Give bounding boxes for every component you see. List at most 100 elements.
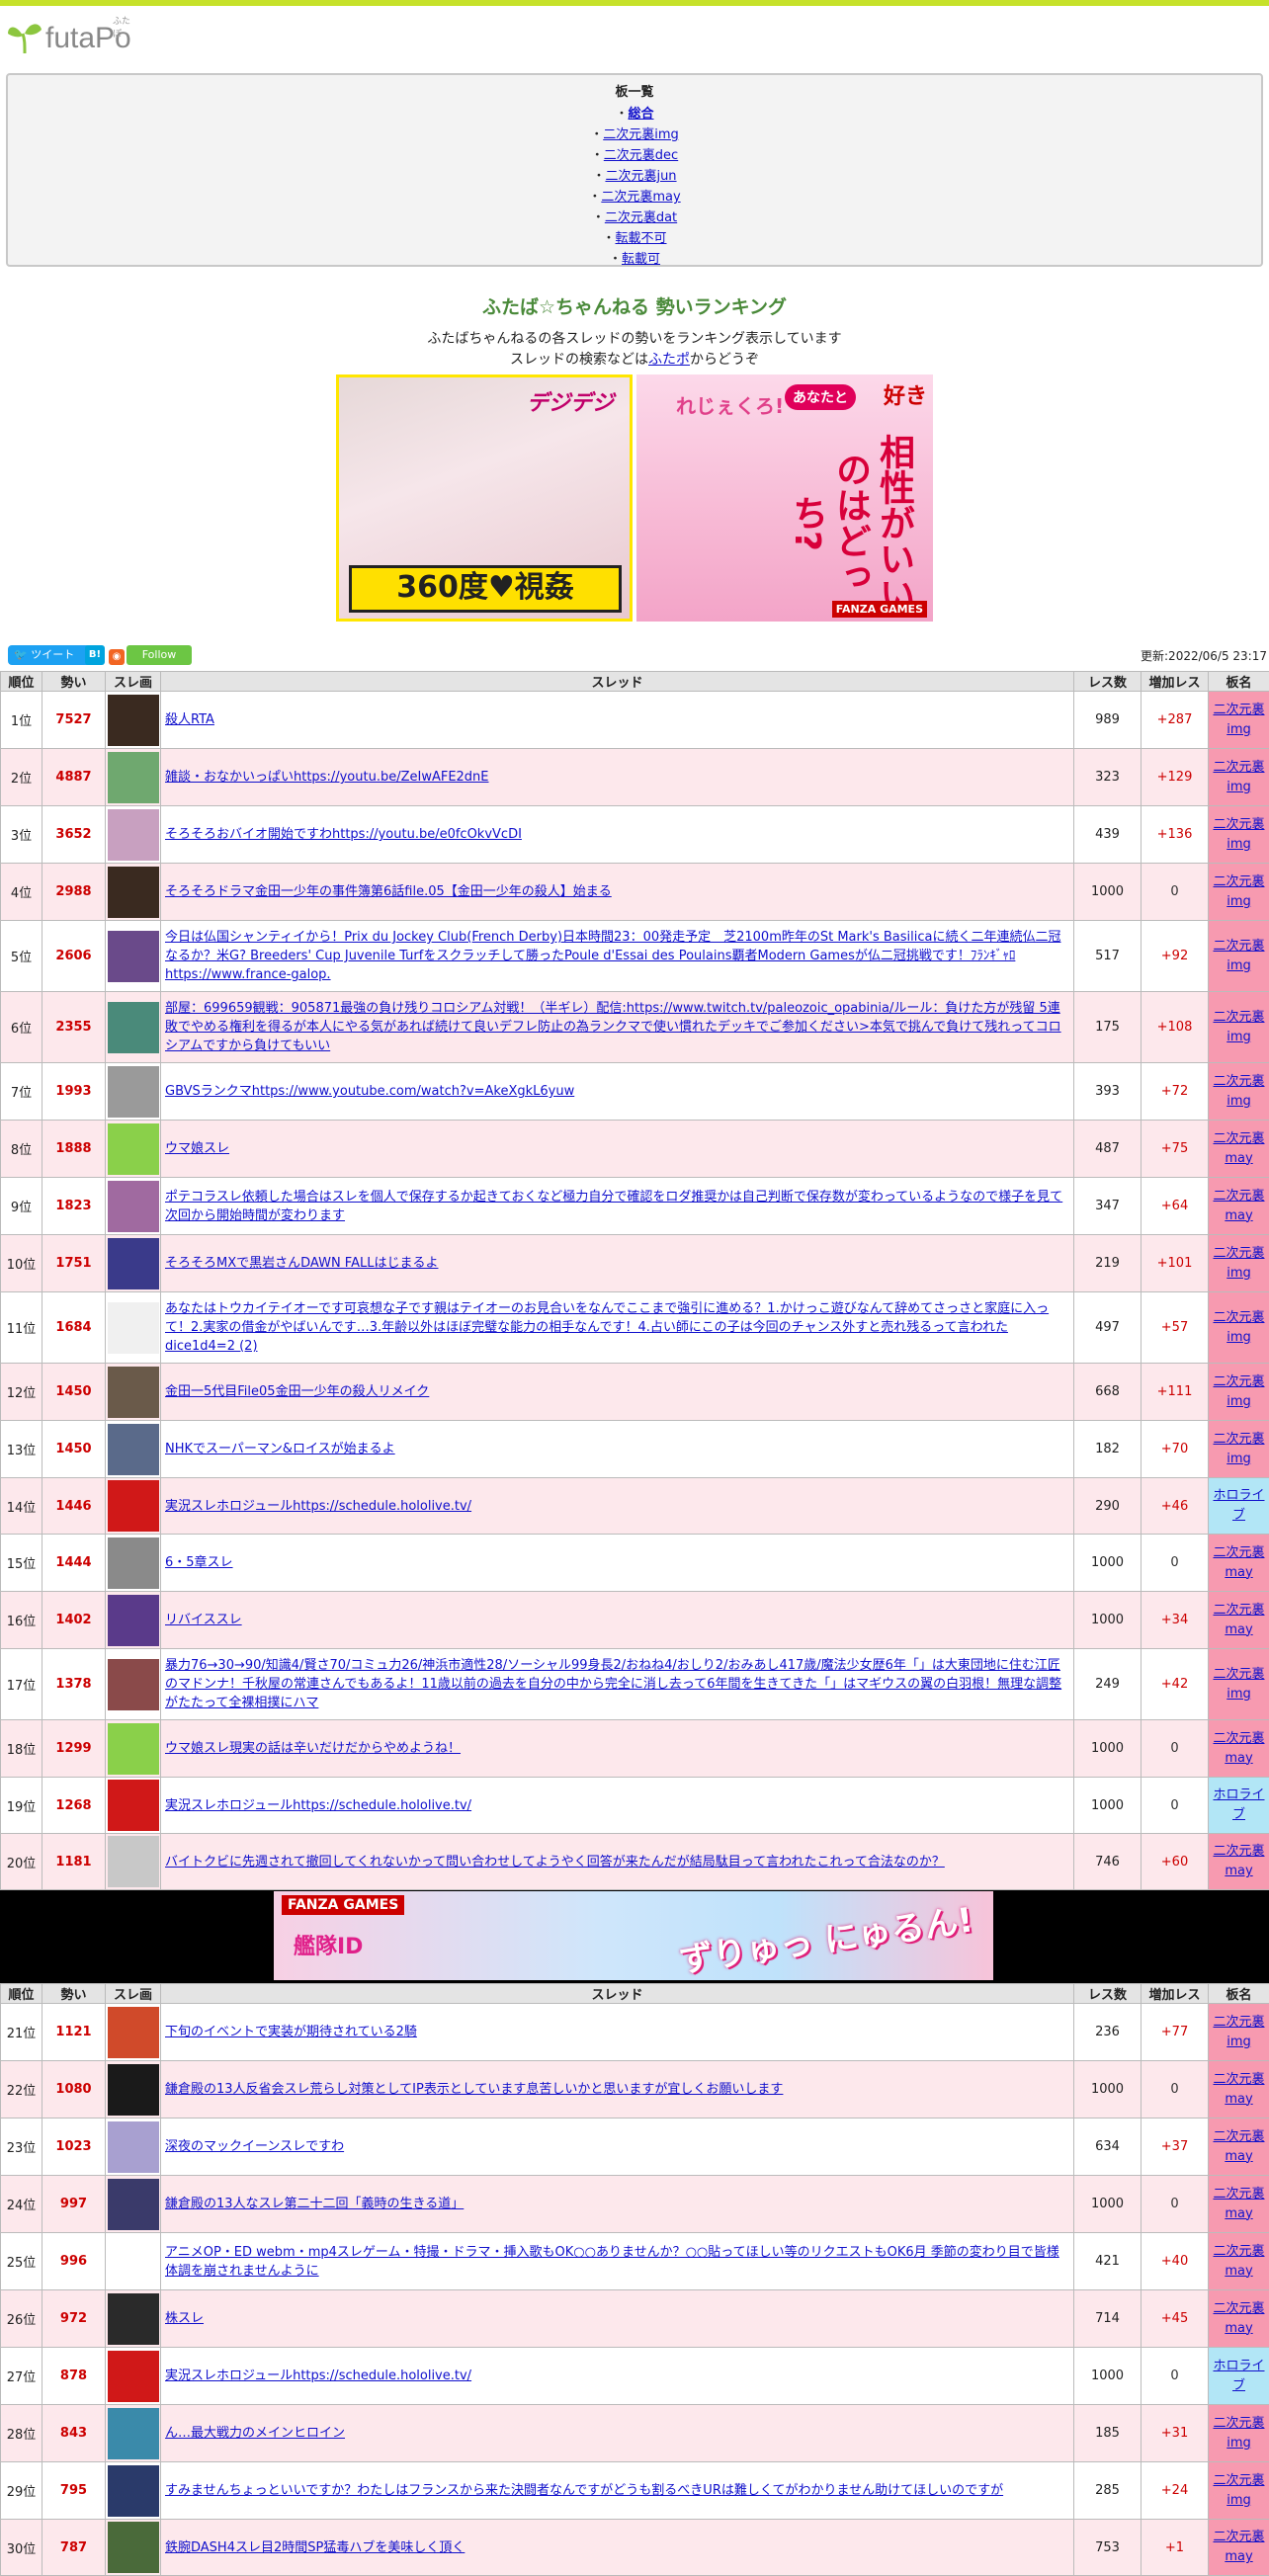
thread-link[interactable]: ポテコラスレ依頼した場合はスレを個人で保存するか起きておくなど極力自分で確認をロ… [165,1190,1062,1223]
thread-thumbnail[interactable] [108,695,159,746]
futapo-link[interactable]: ふたポ [648,352,690,368]
board-name-link[interactable]: 二次元裏img [1213,2015,1264,2049]
thread-link[interactable]: ウマ娘スレ現実の話は辛いだけだからやめようね！ [165,1741,461,1756]
thread-link[interactable]: 株スレ [165,2311,204,2326]
thread-link[interactable]: 鎌倉殿の13人なスレ第二十二回「義時の生きる道」 [165,2197,464,2211]
board-name-link[interactable]: 二次元裏img [1213,1246,1264,1281]
thread-thumbnail[interactable] [108,2121,159,2173]
board-name-link[interactable]: 二次元裏img [1213,874,1264,909]
board-link[interactable]: 二次元裏dec [604,148,678,163]
board-name-link[interactable]: 二次元裏img [1213,1310,1264,1345]
thread-thumbnail[interactable] [108,2408,159,2459]
thread-link[interactable]: GBVSランクマhttps://www.youtube.com/watch?v=… [165,1084,574,1099]
thread-thumbnail[interactable] [108,1480,159,1532]
board-name-link[interactable]: 二次元裏img [1213,1432,1264,1466]
board-link[interactable]: 二次元裏may [601,190,680,205]
board-name-link[interactable]: 二次元裏may [1213,1545,1264,1580]
board-name-link[interactable]: 二次元裏img [1213,1667,1264,1702]
ad-banner-left[interactable]: デジデジ 360度♥視姦 [336,374,633,622]
board-name-link[interactable]: 二次元裏may [1213,2129,1264,2164]
thread-thumbnail[interactable] [108,1367,159,1418]
thread-link[interactable]: 今日は仏国シャンティイから！Prix du Jockey Club(French… [165,930,1061,982]
board-name-link[interactable]: 二次元裏img [1213,939,1264,973]
thread-thumbnail[interactable] [108,1123,159,1175]
thread-link[interactable]: そろそろおバイオ開始ですわhttps://youtu.be/e0fcOkvVcD… [165,827,522,842]
thread-thumbnail[interactable] [108,1659,159,1710]
hatena-bookmark-button[interactable]: B! [85,645,105,665]
board-name-link[interactable]: 二次元裏may [1213,1731,1264,1766]
tweet-button[interactable]: 🐦 ツイート [8,645,97,665]
thread-link[interactable]: 金田一5代目File05金田一少年の殺人リメイク [165,1384,429,1399]
board-link[interactable]: 転載可 [622,252,660,267]
board-name-link[interactable]: 二次元裏img [1213,2473,1264,2508]
thread-link[interactable]: 下旬のイベントで実装が期待されている2騎 [165,2025,417,2039]
thread-thumbnail[interactable] [108,2293,159,2345]
thread-thumbnail[interactable] [108,2522,159,2573]
thread-link[interactable]: ウマ娘スレ [165,1141,229,1156]
board-name-link[interactable]: 二次元裏may [1213,2301,1264,2336]
board-name-link[interactable]: 二次元裏img [1213,2416,1264,2451]
thread-thumbnail[interactable] [108,1066,159,1118]
thread-link[interactable]: あなたはトウカイテイオーです可哀想な子です親はテイオーのお見合いをなんでここまで… [165,1301,1049,1354]
board-name-link[interactable]: 二次元裏img [1213,1074,1264,1109]
thread-link[interactable]: 殺人RTA [165,712,214,727]
thread-thumbnail[interactable] [108,931,159,982]
thread-thumbnail[interactable] [108,1181,159,1232]
board-name-link[interactable]: 二次元裏may [1213,1603,1264,1637]
thread-link[interactable]: リバイススレ [165,1613,242,1627]
thread-thumbnail[interactable] [108,2351,159,2402]
board-name-link[interactable]: 二次元裏may [1213,2530,1264,2564]
thread-link[interactable]: 深夜のマックイーンスレですわ [165,2139,344,2154]
board-name-link[interactable]: 二次元裏may [1213,2244,1264,2279]
thread-thumbnail[interactable] [108,1537,159,1589]
thread-link[interactable]: 雑談・おなかいっぱいhttps://youtu.be/ZeIwAFE2dnE [165,770,489,785]
board-link[interactable]: 二次元裏dat [605,210,677,225]
thread-link[interactable]: すみませんちょっといいですか？わたしはフランスから来た決闘者なんですがどうも割る… [165,2483,1003,2498]
board-name-link[interactable]: 二次元裏may [1213,1844,1264,1878]
thread-thumbnail[interactable] [108,1723,159,1775]
feedly-follow-button[interactable]: Follow [127,645,192,665]
thread-thumbnail[interactable] [108,867,159,918]
thread-link[interactable]: 暴力76→30→90/知識4/賢さ70/コミュ力26/神浜市適性28/ソーシャル… [165,1658,1061,1710]
board-name-link[interactable]: ホロライブ [1213,2359,1264,2393]
thread-thumbnail[interactable] [108,1302,159,1354]
thread-thumbnail[interactable] [108,2236,159,2287]
ad-banner-right[interactable]: れじぇくろ! あなたと 相性がいいのはどっち? 好き FANZA GAMES [636,374,933,622]
board-name-link[interactable]: 二次元裏img [1213,760,1264,794]
thread-link[interactable]: 実況スレホロジュールhttps://schedule.hololive.tv/ [165,1798,471,1813]
board-name-link[interactable]: 二次元裏img [1213,817,1264,852]
thread-thumbnail[interactable] [108,2179,159,2230]
thread-link[interactable]: そろそろMXで黒岩さんDAWN FALLはじまるよ [165,1256,438,1271]
mid-ad-banner[interactable]: FANZA GAMES 艦隊ID ずりゅっ にゅるん! [274,1891,993,1980]
thread-link[interactable]: 実況スレホロジュールhttps://schedule.hololive.tv/ [165,2368,471,2383]
board-link[interactable]: 二次元裏jun [605,169,676,184]
thread-link[interactable]: 部屋：699659観戦：905871最強の負け残りコロシアム対戦！（半ギレ）配信… [165,1001,1061,1053]
board-link[interactable]: 転載不可 [616,231,667,246]
thread-thumbnail[interactable] [108,1595,159,1646]
board-link[interactable]: 総合 [629,107,654,122]
thread-thumbnail[interactable] [108,1424,159,1475]
thread-thumbnail[interactable] [108,2007,159,2058]
thread-link[interactable]: 鎌倉殿の13人反省会スレ荒らし対策としてIP表示としています息苦しいかと思います… [165,2082,783,2097]
thread-thumbnail[interactable] [108,2465,159,2517]
thread-link[interactable]: そろそろドラマ金田一少年の事件簿第6話file.05【金田一少年の殺人】始まる [165,884,612,899]
rss-icon[interactable]: ◉ [109,649,125,665]
board-name-link[interactable]: 二次元裏img [1213,1374,1264,1409]
thread-link[interactable]: 実況スレホロジュールhttps://schedule.hololive.tv/ [165,1499,471,1514]
thread-thumbnail[interactable] [108,1238,159,1289]
thread-thumbnail[interactable] [108,1002,159,1053]
board-name-link[interactable]: 二次元裏may [1213,2187,1264,2221]
board-name-link[interactable]: 二次元裏img [1213,703,1264,737]
futapo-logo[interactable]: futaPo ふたぽ [6,20,131,55]
thread-thumbnail[interactable] [108,1836,159,1887]
thread-link[interactable]: NHKでスーパーマン&ロイスが始まるよ [165,1442,395,1456]
board-name-link[interactable]: 二次元裏may [1213,1189,1264,1223]
thread-thumbnail[interactable] [108,2064,159,2116]
thread-link[interactable]: ん…最大戦力のメインヒロイン [165,2426,345,2441]
thread-thumbnail[interactable] [108,809,159,861]
thread-link[interactable]: アニメOP・ED webm・mp4スレゲーム・特撮・ドラマ・挿入歌もOK○○あり… [165,2245,1059,2279]
thread-link[interactable]: バイトクビに先週されて撤回してくれないかって問い合わせしてようやく回答が来たんだ… [165,1855,945,1870]
board-name-link[interactable]: 二次元裏img [1213,1010,1264,1044]
board-name-link[interactable]: ホロライブ [1213,1787,1264,1822]
board-name-link[interactable]: 二次元裏may [1213,2072,1264,2107]
